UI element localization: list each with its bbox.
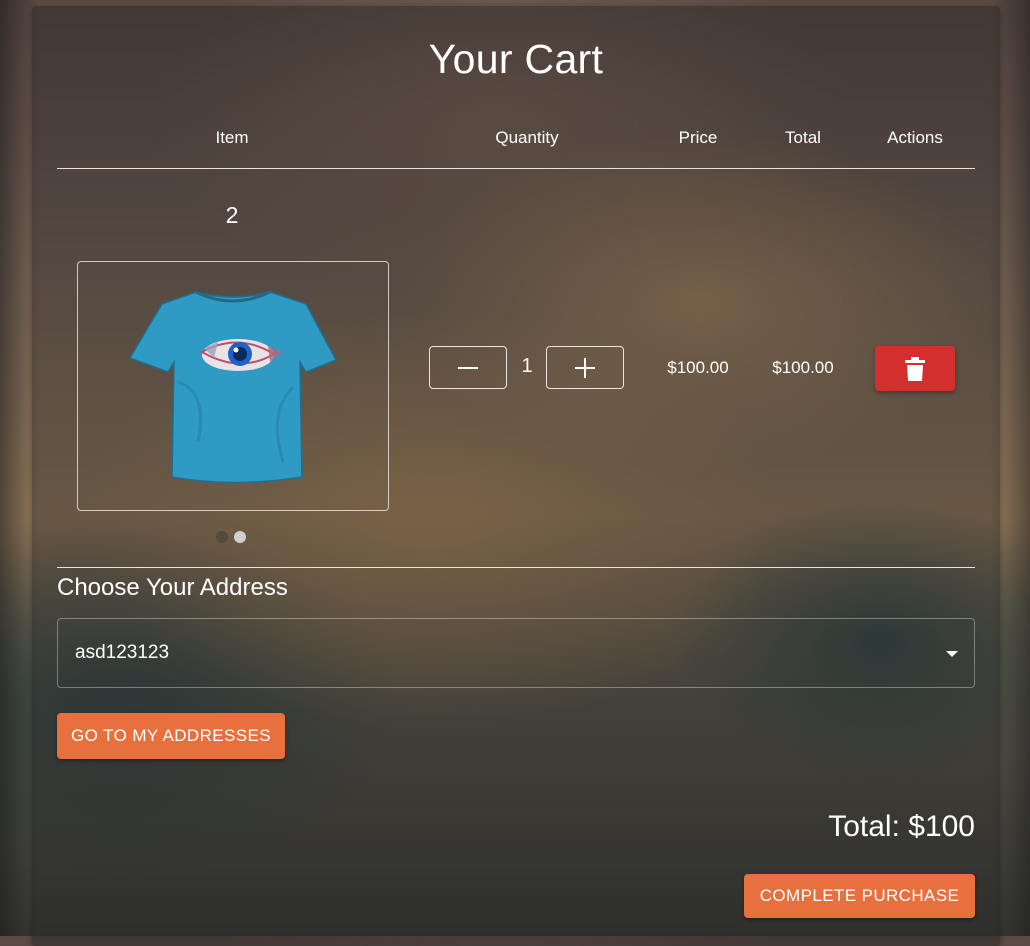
minus-icon xyxy=(458,366,478,369)
header-total: Total xyxy=(785,128,821,147)
cart-total: Total: $100 xyxy=(828,810,975,843)
header-actions: Actions xyxy=(887,128,943,147)
image-carousel-dots xyxy=(216,531,246,543)
decrease-quantity-button[interactable] xyxy=(429,346,507,389)
header-price: Price xyxy=(678,128,718,147)
go-to-addresses-button[interactable]: GO TO MY ADDRESSES xyxy=(57,713,285,759)
delete-item-button[interactable] xyxy=(875,346,955,391)
header-quantity: Quantity xyxy=(495,128,559,147)
cart-card: Your Cart Item Quantity Price Total Acti… xyxy=(32,6,1000,946)
item-id: 2 xyxy=(225,202,239,228)
header-item: Item xyxy=(215,128,249,147)
quantity-value: 1 xyxy=(521,355,533,377)
page-title: Your Cart xyxy=(428,36,604,82)
plus-icon xyxy=(575,357,595,378)
item-total: $100.00 xyxy=(772,358,834,377)
trash-icon xyxy=(905,356,925,381)
carousel-dot-2[interactable] xyxy=(234,531,246,543)
product-image-frame[interactable] xyxy=(77,261,389,511)
header-divider xyxy=(57,168,975,169)
product-image xyxy=(128,290,338,484)
address-select[interactable]: asd123123 xyxy=(57,618,975,688)
dropdown-caret-icon xyxy=(946,651,958,657)
carousel-dot-1[interactable] xyxy=(216,531,228,543)
complete-purchase-button[interactable]: COMPLETE PURCHASE xyxy=(744,874,975,918)
address-select-value: asd123123 xyxy=(75,642,170,663)
item-price: $100.00 xyxy=(667,358,729,377)
increase-quantity-button[interactable] xyxy=(546,346,624,389)
section-divider xyxy=(57,567,975,568)
address-label: Choose Your Address xyxy=(57,574,288,601)
